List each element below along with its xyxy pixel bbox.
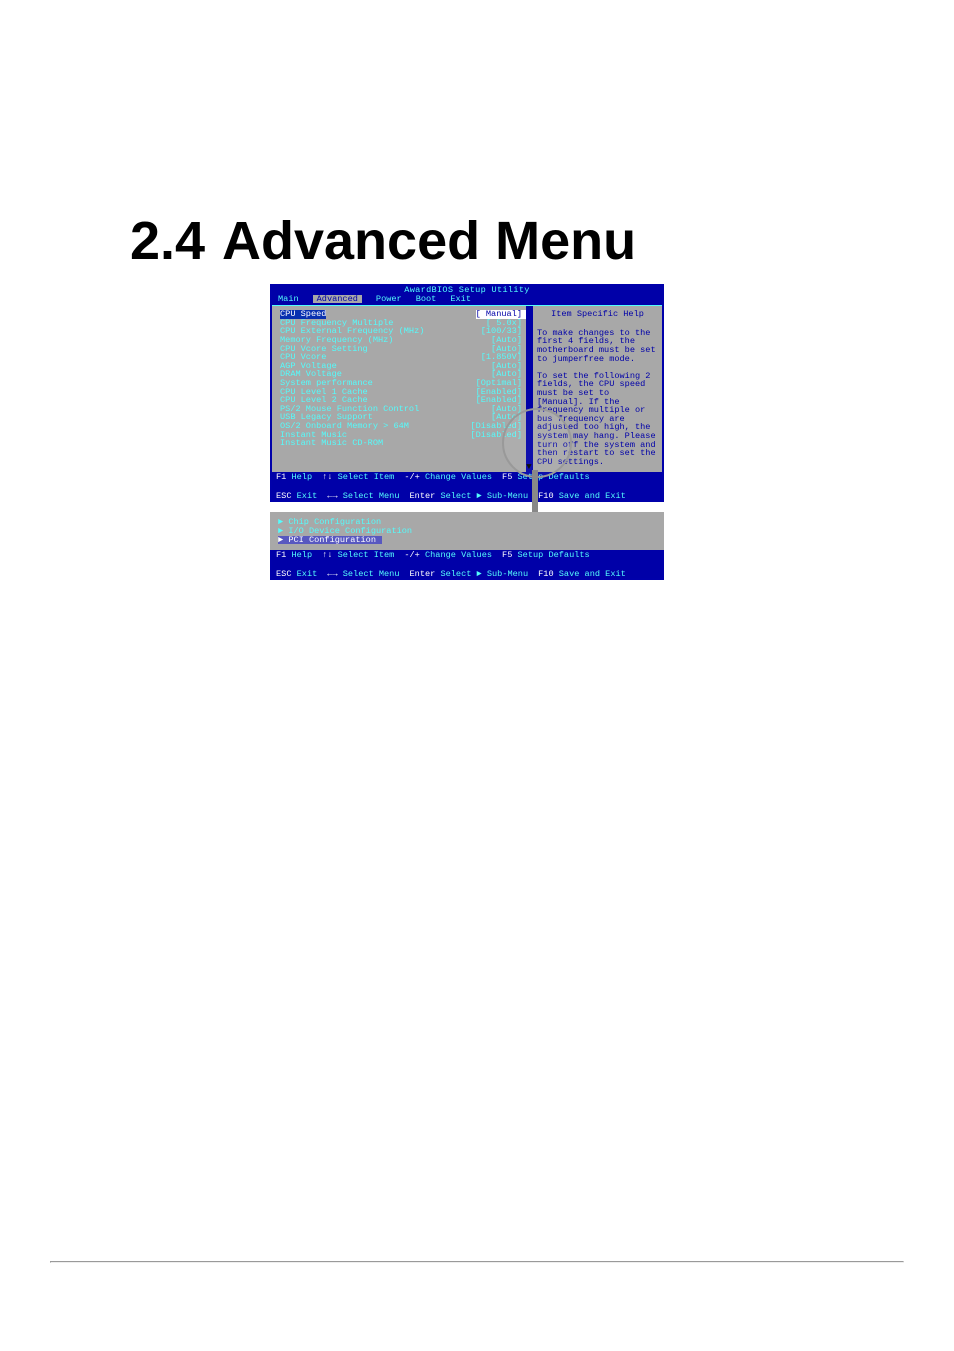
page-footer-rule [50, 1261, 904, 1263]
section-title: Advanced Menu [222, 211, 636, 271]
footer-action: Setup Defaults [518, 550, 590, 560]
footer-hint: ↑↓ Select Item [322, 473, 394, 482]
footer-action: Help [291, 472, 312, 482]
footer-hint: F10 Save and Exit [538, 570, 626, 579]
footer-action: Change Values [425, 472, 492, 482]
setting-row[interactable]: Instant Music CD-ROM [280, 439, 528, 448]
footer-action: Select Item [338, 472, 395, 482]
footer-action: Help [291, 550, 312, 560]
footer-action: Select Menu [343, 491, 400, 501]
footer-key: F5 [502, 472, 517, 482]
footer-action: Save and Exit [559, 569, 626, 579]
footer-action: Save and Exit [559, 491, 626, 501]
footer-action: Exit [297, 491, 318, 501]
bios-subpanel-footer-wrap: F1 Help ↑↓ Select Item -/+ Change Values F5… [270, 550, 664, 580]
footer-action: Select Item [338, 550, 395, 560]
footer-action: Select ► Sub-Menu [440, 491, 528, 501]
footer-hint: Enter Select ► Sub-Menu [410, 570, 529, 579]
footer-action: Change Values [425, 550, 492, 560]
footer-action: Select Menu [343, 569, 400, 579]
footer-hint: F5 Setup Defaults [502, 551, 590, 560]
footer-key: ↑↓ [322, 550, 337, 560]
footer-key: ↑↓ [322, 472, 337, 482]
footer-key: ESC [276, 569, 297, 579]
footer-key: F1 [276, 472, 291, 482]
footer-hint: ↑↓ Select Item [322, 551, 394, 560]
footer-key: F10 [538, 569, 559, 579]
menu-advanced[interactable]: Advanced [313, 295, 362, 304]
bios-screenshot-area: AwardBIOS Setup Utility Main Advanced Po… [270, 284, 664, 580]
page-title: 2.4Advanced Menu [130, 210, 954, 272]
menu-boot[interactable]: Boot [416, 295, 437, 304]
bios-footer: F1 Help ↑↓ Select Item -/+ Change Values F5… [272, 472, 662, 500]
footer-hint: F10 Save and Exit [538, 492, 626, 501]
footer-key: ←→ [327, 569, 342, 579]
footer-key: Enter [410, 491, 441, 501]
footer-hint: ←→ Select Menu [327, 570, 399, 579]
menu-power[interactable]: Power [376, 295, 402, 304]
bios-menubar[interactable]: Main Advanced Power Boot Exit [272, 295, 662, 306]
footer-key: F10 [538, 491, 559, 501]
bios-subpanel: ► Chip Configuration► I/O Device Configu… [270, 512, 664, 550]
footer-key: -/+ [404, 550, 425, 560]
footer-action: Exit [297, 569, 318, 579]
menu-main[interactable]: Main [278, 295, 299, 304]
footer-hint: F1 Help [276, 473, 312, 482]
footer-key: ←→ [327, 491, 342, 501]
footer-hint: -/+ Change Values [404, 551, 492, 560]
footer-hint: F1 Help [276, 551, 312, 560]
footer-hint: Enter Select ► Sub-Menu [410, 492, 529, 501]
section-number: 2.4 [130, 210, 222, 272]
footer-hint: -/+ Change Values [404, 473, 492, 482]
submenu-item[interactable]: ► PCI Configuration [278, 536, 382, 545]
footer-key: F5 [502, 550, 517, 560]
bios-settings-list[interactable]: CPU Speed[ Manual]CPU Frequency Multiple… [272, 306, 532, 472]
footer-key: Enter [410, 569, 441, 579]
help-title: Item Specific Help [537, 310, 658, 319]
setting-label: Instant Music CD-ROM [280, 439, 383, 448]
footer-key: F1 [276, 550, 291, 560]
footer-key: -/+ [404, 472, 425, 482]
footer-hint: ←→ Select Menu [327, 492, 399, 501]
footer-key: ESC [276, 491, 297, 501]
menu-exit[interactable]: Exit [450, 295, 471, 304]
magnifier-circle-overlay [502, 408, 572, 478]
footer-hint: ESC Exit [276, 492, 317, 501]
footer-action: Select ► Sub-Menu [440, 569, 528, 579]
bios-footer-2: F1 Help ↑↓ Select Item -/+ Change Values F5… [272, 550, 662, 578]
footer-hint: ESC Exit [276, 570, 317, 579]
bios-panel-main: AwardBIOS Setup Utility Main Advanced Po… [270, 284, 664, 502]
